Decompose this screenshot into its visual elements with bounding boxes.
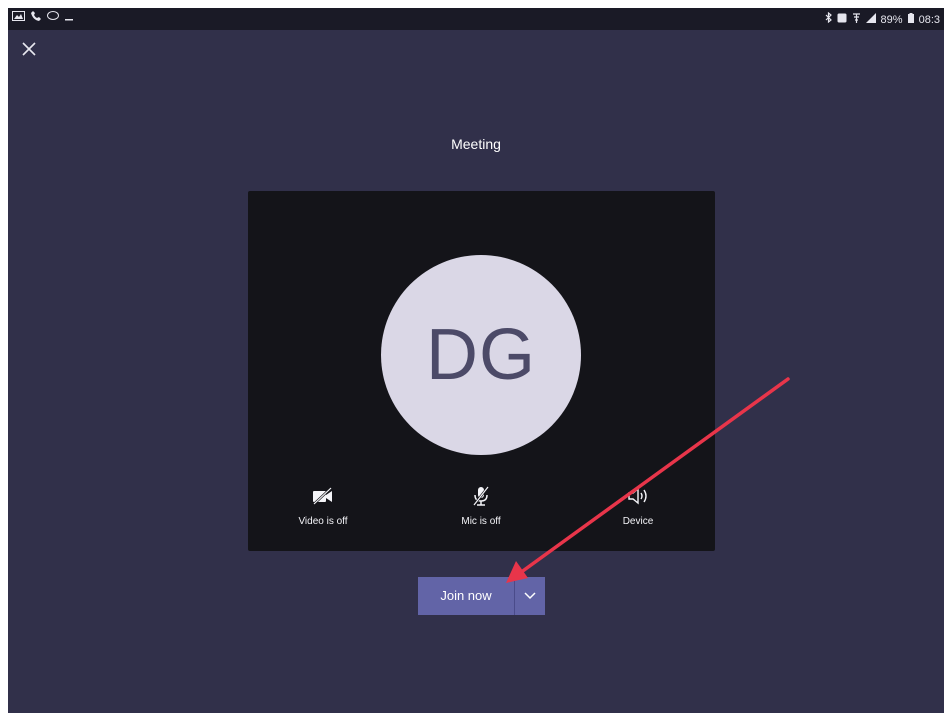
device-settings-label: Device [622, 516, 654, 527]
chat-icon [47, 11, 59, 25]
chevron-down-icon [524, 592, 536, 600]
join-button-group: Join now [418, 577, 545, 615]
phone-icon [31, 11, 41, 25]
join-now-button[interactable]: Join now [418, 577, 514, 615]
close-icon [22, 42, 36, 56]
status-right-icons: 89% 08:3 [825, 11, 940, 27]
signal-icon [865, 12, 876, 27]
status-left-icons [12, 11, 73, 25]
video-toggle[interactable]: Video is off [268, 484, 378, 527]
video-toggle-label: Video is off [298, 516, 348, 527]
teams-join-screen: 89% 08:3 Meeting DG Video is off Mic is … [8, 8, 944, 713]
mic-toggle[interactable]: Mic is off [426, 484, 536, 527]
wifi-icon [852, 12, 861, 27]
device-settings[interactable]: Device [583, 484, 693, 527]
status-bar: 89% 08:3 [8, 8, 944, 30]
bluetooth-icon [825, 11, 832, 27]
status-time: 08:3 [918, 13, 940, 26]
gallery-icon [12, 11, 25, 25]
mic-off-icon [473, 486, 489, 506]
avatar: DG [381, 255, 581, 455]
video-preview: DG Video is off Mic is off Device [248, 191, 715, 551]
nfc-icon [837, 13, 847, 27]
close-button[interactable] [18, 38, 40, 60]
battery-icon [907, 12, 914, 27]
mic-toggle-label: Mic is off [461, 516, 501, 527]
ellipsis-icon [65, 11, 73, 25]
battery-percent: 89% [880, 13, 903, 26]
video-off-icon [313, 487, 332, 505]
join-options-dropdown[interactable] [515, 577, 545, 615]
speaker-icon [628, 487, 647, 505]
meeting-title: Meeting [451, 136, 501, 152]
